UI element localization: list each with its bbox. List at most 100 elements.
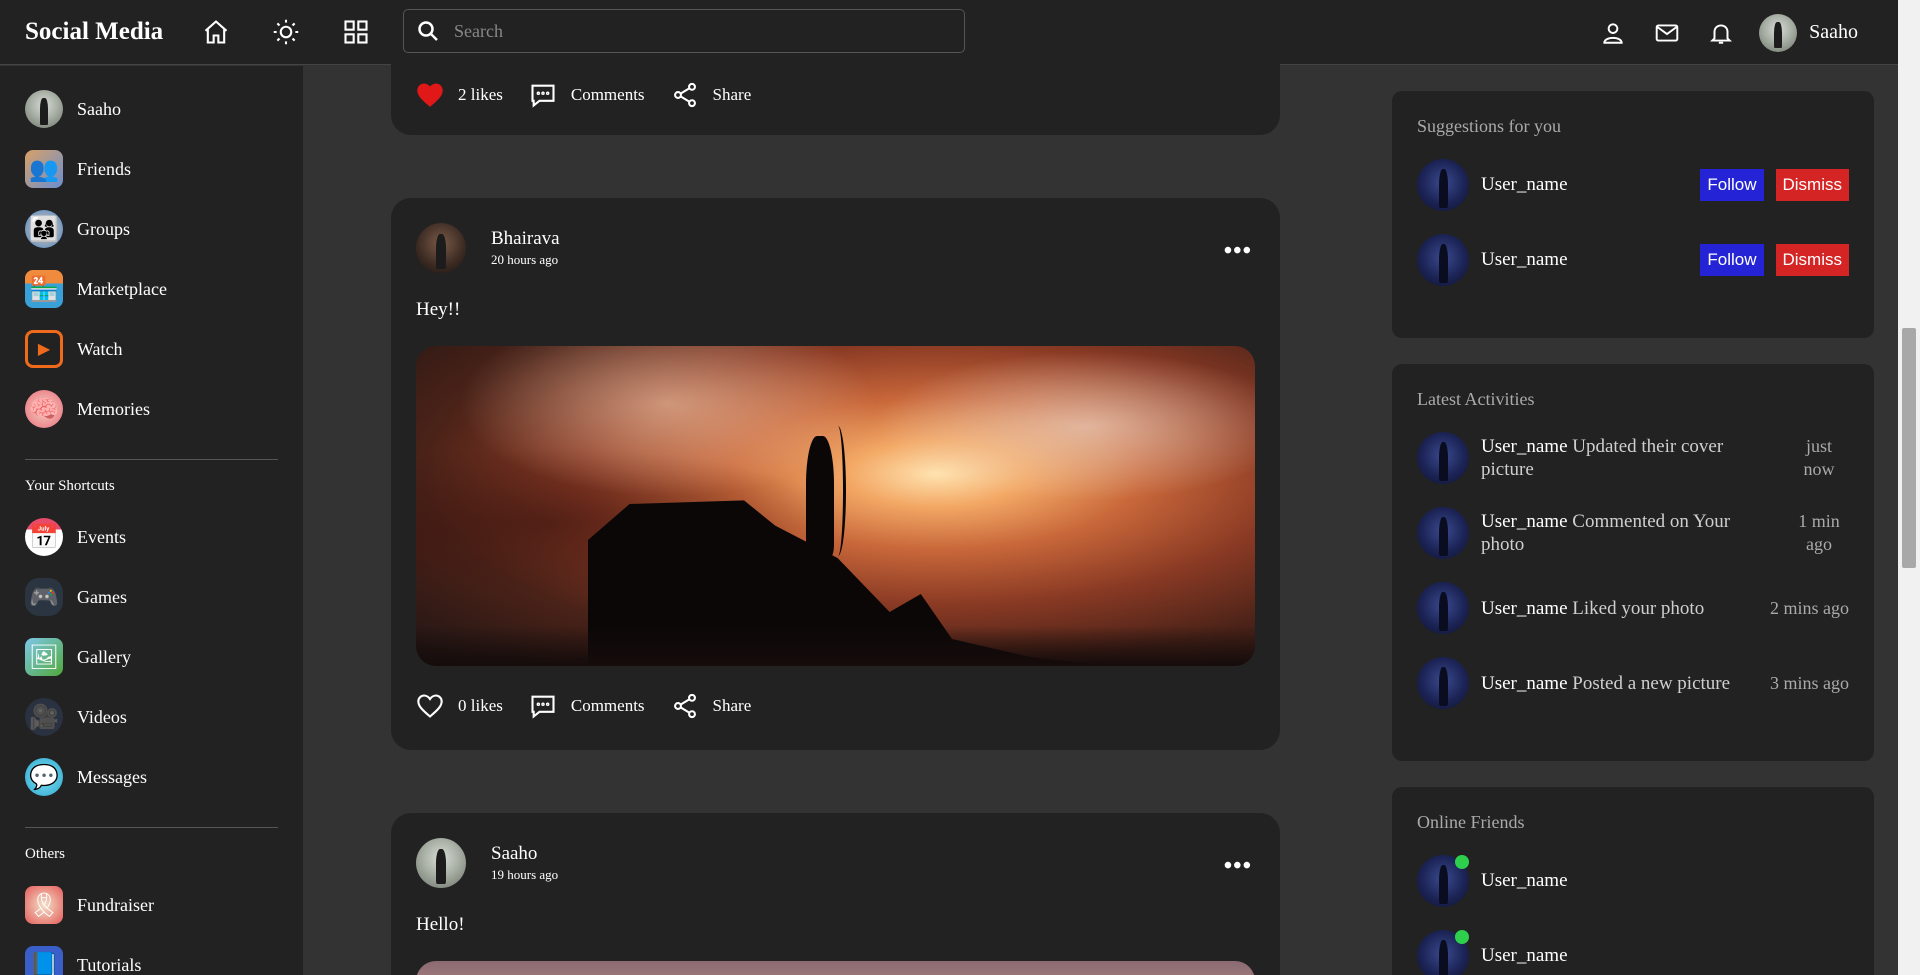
profile-icon[interactable] [1597,17,1629,49]
sidebar-item-label: Friends [77,158,131,179]
activity-user[interactable]: User_name [1481,511,1568,532]
avatar [1759,13,1798,52]
scrollbar-thumb[interactable] [1902,328,1916,568]
navbar-user[interactable]: Saaho [1759,13,1858,52]
sidebar-item-tutorials[interactable]: 📘 Tutorials [25,935,278,975]
sidebar-item-watch[interactable]: ▶ Watch [25,319,278,379]
watch-icon: ▶ [25,330,63,368]
online-friends-title: Online Friends [1417,812,1525,832]
comments-label: Comments [570,85,645,104]
divider [25,827,278,828]
mail-icon[interactable] [1651,17,1683,49]
online-friend-item[interactable]: User_name [1417,930,1849,975]
post-image[interactable] [416,961,1255,975]
more-options-icon[interactable]: ••• [1224,238,1252,265]
heart-filled-icon [417,83,443,107]
dismiss-button[interactable]: Dismiss [1775,169,1849,201]
post-text: Hey!! [416,299,461,320]
share-label: Share [712,85,752,104]
activity-item: User_name Updated their cover picture ju… [1417,432,1849,484]
avatar [25,90,63,128]
avatar[interactable] [1417,582,1469,634]
sidebar-item-label: Games [77,586,127,607]
like-button[interactable]: 2 likes [416,81,503,109]
search-bar [403,9,965,53]
comments-button[interactable]: Comments [529,81,645,109]
home-icon[interactable] [200,16,232,48]
activity-text: User_name Updated their cover picture [1481,435,1775,481]
sidebar-item-label: Marketplace [77,278,167,299]
activity-user[interactable]: User_name [1481,436,1568,457]
apps-grid-icon[interactable] [340,16,372,48]
activity-user[interactable]: User_name [1481,673,1568,694]
activity-text: User_name Liked your photo [1481,597,1756,620]
avatar[interactable] [416,838,466,888]
comments-label: Comments [570,696,645,715]
dismiss-button[interactable]: Dismiss [1775,244,1849,276]
post-time: 20 hours ago [491,252,559,267]
suggestions-title: Suggestions for you [1417,116,1561,136]
videos-icon: 🎥 [25,698,63,736]
theme-toggle-icon[interactable] [270,16,302,48]
post-actions: 2 likes Comments Share [391,60,1280,130]
sidebar-item-label: Saaho [77,98,121,119]
activity-time: 2 mins ago [1770,597,1849,618]
gallery-icon: 🖼 [25,638,63,676]
sidebar-item-label: Gallery [77,646,131,667]
suggestion-username[interactable]: User_name [1481,174,1568,196]
post-author[interactable]: Bhairava [491,228,560,250]
games-icon: 🎮 [25,578,63,616]
avatar[interactable] [1417,657,1469,709]
friends-icon: 👥 [25,150,63,188]
left-sidebar: Saaho 👥 Friends 👨‍👩‍👧 Groups 🏪 Marketpla… [0,66,303,975]
activity-time: just now [1803,436,1835,479]
avatar[interactable] [1417,507,1469,559]
sidebar-item-fundraiser[interactable]: 🎗 Fundraiser [25,875,278,935]
sidebar-item-memories[interactable]: 🧠 Memories [25,379,278,439]
top-navbar: Social Media Saaho [0,0,1898,65]
post-image[interactable] [416,346,1255,666]
like-button[interactable]: 0 likes [416,692,503,720]
activity-item: User_name Liked your photo 2 mins ago [1417,582,1849,634]
suggestion-item: User_name Follow Dismiss [1417,234,1849,286]
online-friend-item[interactable]: User_name [1417,855,1849,907]
sidebar-item-messages[interactable]: 💬 Messages [25,747,278,807]
suggestion-username[interactable]: User_name [1481,249,1568,271]
activity-time: 3 mins ago [1770,672,1849,693]
activity-desc: Posted a new picture [1572,672,1731,694]
sidebar-item-friends[interactable]: 👥 Friends [25,139,278,199]
avatar[interactable] [416,223,466,273]
follow-button[interactable]: Follow [1700,169,1764,201]
sidebar-item-label: Videos [77,706,127,727]
more-options-icon[interactable]: ••• [1224,853,1252,880]
avatar[interactable] [1417,234,1469,286]
post-text: Hello! [416,914,465,935]
navbar-right: Saaho [1597,0,1858,65]
post-actions: 0 likes Comments Share [391,671,1280,741]
sidebar-item-marketplace[interactable]: 🏪 Marketplace [25,259,278,319]
avatar[interactable] [1417,432,1469,484]
share-button[interactable]: Share [671,692,751,720]
notification-bell-icon[interactable] [1705,17,1737,49]
sidebar-item-events[interactable]: 📅 Events [25,507,278,567]
sidebar-item-gallery[interactable]: 🖼 Gallery [25,627,278,687]
activity-user[interactable]: User_name [1481,598,1568,619]
page-scrollbar[interactable] [1898,0,1920,975]
avatar[interactable] [1417,159,1469,211]
post-card: Bhairava 20 hours ago ••• Hey!! 0 likes … [391,198,1280,750]
sidebar-item-games[interactable]: 🎮 Games [25,567,278,627]
sidebar-item-groups[interactable]: 👨‍👩‍👧 Groups [25,199,278,259]
sidebar-item-videos[interactable]: 🎥 Videos [25,687,278,747]
activity-item: User_name Commented on Your photo 1 min … [1417,507,1849,559]
suggestions-card: Suggestions for you User_name Follow Dis… [1392,91,1874,338]
sidebar-item-label: Tutorials [77,954,142,975]
app-logo[interactable]: Social Media [25,18,200,46]
search-input[interactable] [454,20,952,42]
like-count: 0 likes [458,696,503,715]
post-author[interactable]: Saaho [491,843,558,865]
comments-button[interactable]: Comments [529,692,645,720]
tutorials-icon: 📘 [25,946,63,975]
share-button[interactable]: Share [671,81,752,109]
follow-button[interactable]: Follow [1700,244,1764,276]
sidebar-item-profile[interactable]: Saaho [25,79,278,139]
